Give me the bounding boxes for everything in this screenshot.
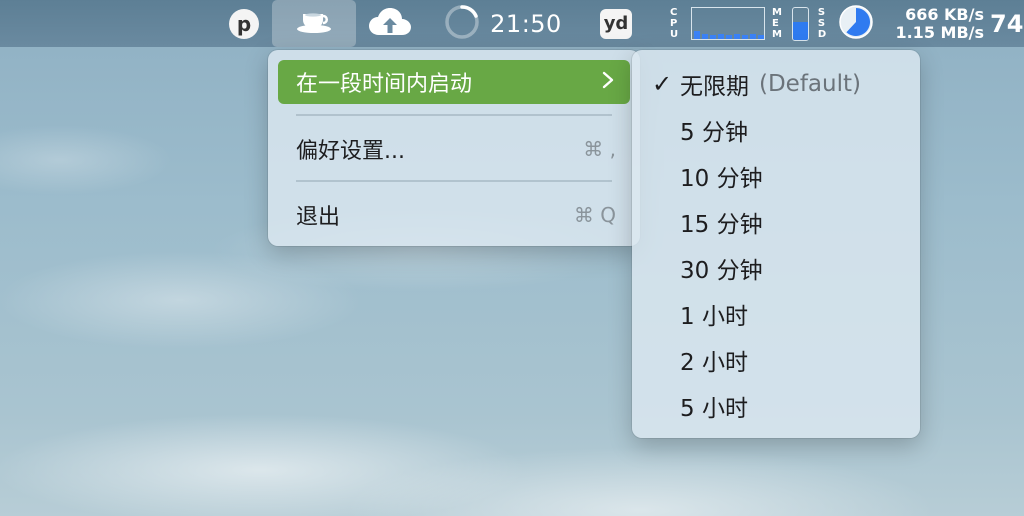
menu-item-shortcut: ⌘ , [583, 137, 616, 161]
submenu-item-15-min[interactable]: 15 分钟 [652, 200, 763, 244]
ssd-label-d: D [817, 29, 827, 40]
clock-text: 21:50 [490, 9, 562, 38]
chevron-right-icon [602, 70, 614, 95]
cpu-graph [691, 7, 765, 40]
submenu-item-label: 5 小时 [680, 396, 748, 422]
mem-label-m1: M [772, 7, 782, 18]
submenu-item-30-min[interactable]: 30 分钟 [652, 246, 763, 290]
submenu-item-2-hours[interactable]: 2 小时 [652, 338, 748, 382]
submenu-item-label: 5 分钟 [680, 120, 748, 146]
submenu-item-indefinite[interactable]: ✓ 无限期 (Default) [652, 62, 861, 106]
submenu-item-1-hour[interactable]: 1 小时 [652, 292, 748, 336]
cpu-graph-item[interactable] [690, 0, 766, 47]
cloud-upload-item[interactable] [366, 0, 414, 47]
checkmark-icon: ✓ [652, 70, 673, 98]
menu-item-start-for-duration[interactable]: 在一段时间内启动 [278, 60, 630, 104]
net-down-text: 1.15 MB/s [895, 22, 984, 42]
menu-separator [296, 114, 612, 116]
right-partial-text: 74 [990, 9, 1024, 38]
clock[interactable]: 21:50 [488, 0, 564, 47]
submenu-item-label: 无限期 [680, 74, 749, 100]
submenu-item-5-min[interactable]: 5 分钟 [652, 108, 748, 152]
mem-label-m2: M [772, 29, 782, 40]
right-status-item[interactable]: 74 [990, 0, 1024, 47]
ssd-label-s2: S [817, 18, 826, 29]
p-status-item[interactable]: p [228, 0, 260, 47]
app-dropdown-menu: 在一段时间内启动 偏好设置... ⌘ , 退出 ⌘ Q [268, 50, 640, 246]
submenu-item-label: 15 分钟 [680, 212, 763, 238]
youdao-item[interactable]: yd [600, 0, 632, 47]
submenu-item-default-tag: (Default) [759, 71, 861, 97]
submenu-item-label: 1 小时 [680, 304, 748, 330]
mem-label: M E M [770, 0, 784, 47]
submenu-item-label: 30 分钟 [680, 258, 763, 284]
ssd-label-s1: S [817, 7, 826, 18]
mem-label-e: E [772, 18, 779, 29]
submenu-item-label: 10 分钟 [680, 166, 763, 192]
submenu-item-10-min[interactable]: 10 分钟 [652, 154, 763, 198]
ssd-pie-item[interactable] [837, 0, 875, 47]
menu-item-shortcut: ⌘ Q [573, 203, 616, 227]
net-up-text: 666 KB/s [905, 4, 984, 24]
menu-item-label: 退出 [296, 205, 341, 230]
network-speed[interactable]: 666 KB/s 1.15 MB/s [888, 0, 984, 47]
menu-separator [296, 180, 612, 182]
mem-bar [792, 6, 809, 41]
duration-submenu: ✓ 无限期 (Default) 5 分钟 10 分钟 15 分钟 30 分钟 1… [632, 50, 920, 438]
cloud-upload-icon [367, 5, 413, 43]
progress-ring-icon [444, 4, 480, 44]
mem-bar-item[interactable] [791, 0, 810, 47]
ssd-pie-icon [838, 4, 874, 44]
cpu-label: C P U [667, 0, 681, 47]
menu-item-label: 偏好设置... [296, 139, 405, 164]
cpu-label-c: C [669, 7, 678, 18]
yd-badge: yd [600, 8, 632, 39]
menu-item-quit[interactable]: 退出 ⌘ Q [278, 193, 630, 237]
amphetamine-menu-button[interactable] [272, 0, 356, 47]
mem-bar-fill [793, 21, 808, 40]
cpu-label-u: U [669, 29, 679, 40]
submenu-item-5-hours[interactable]: 5 小时 [652, 384, 748, 428]
p-badge: p [229, 8, 259, 39]
ssd-label: S S D [815, 0, 829, 47]
menu-item-label: 在一段时间内启动 [296, 72, 473, 97]
coffee-cup-icon [294, 9, 334, 39]
menu-bar: p 21:50 yd C P U M E M S S D 666 KB/s 1.… [0, 0, 1024, 47]
submenu-item-label: 2 小时 [680, 350, 748, 376]
progress-ring-item[interactable] [443, 0, 481, 47]
menu-item-preferences[interactable]: 偏好设置... ⌘ , [278, 127, 630, 171]
cpu-label-p: P [669, 18, 678, 29]
